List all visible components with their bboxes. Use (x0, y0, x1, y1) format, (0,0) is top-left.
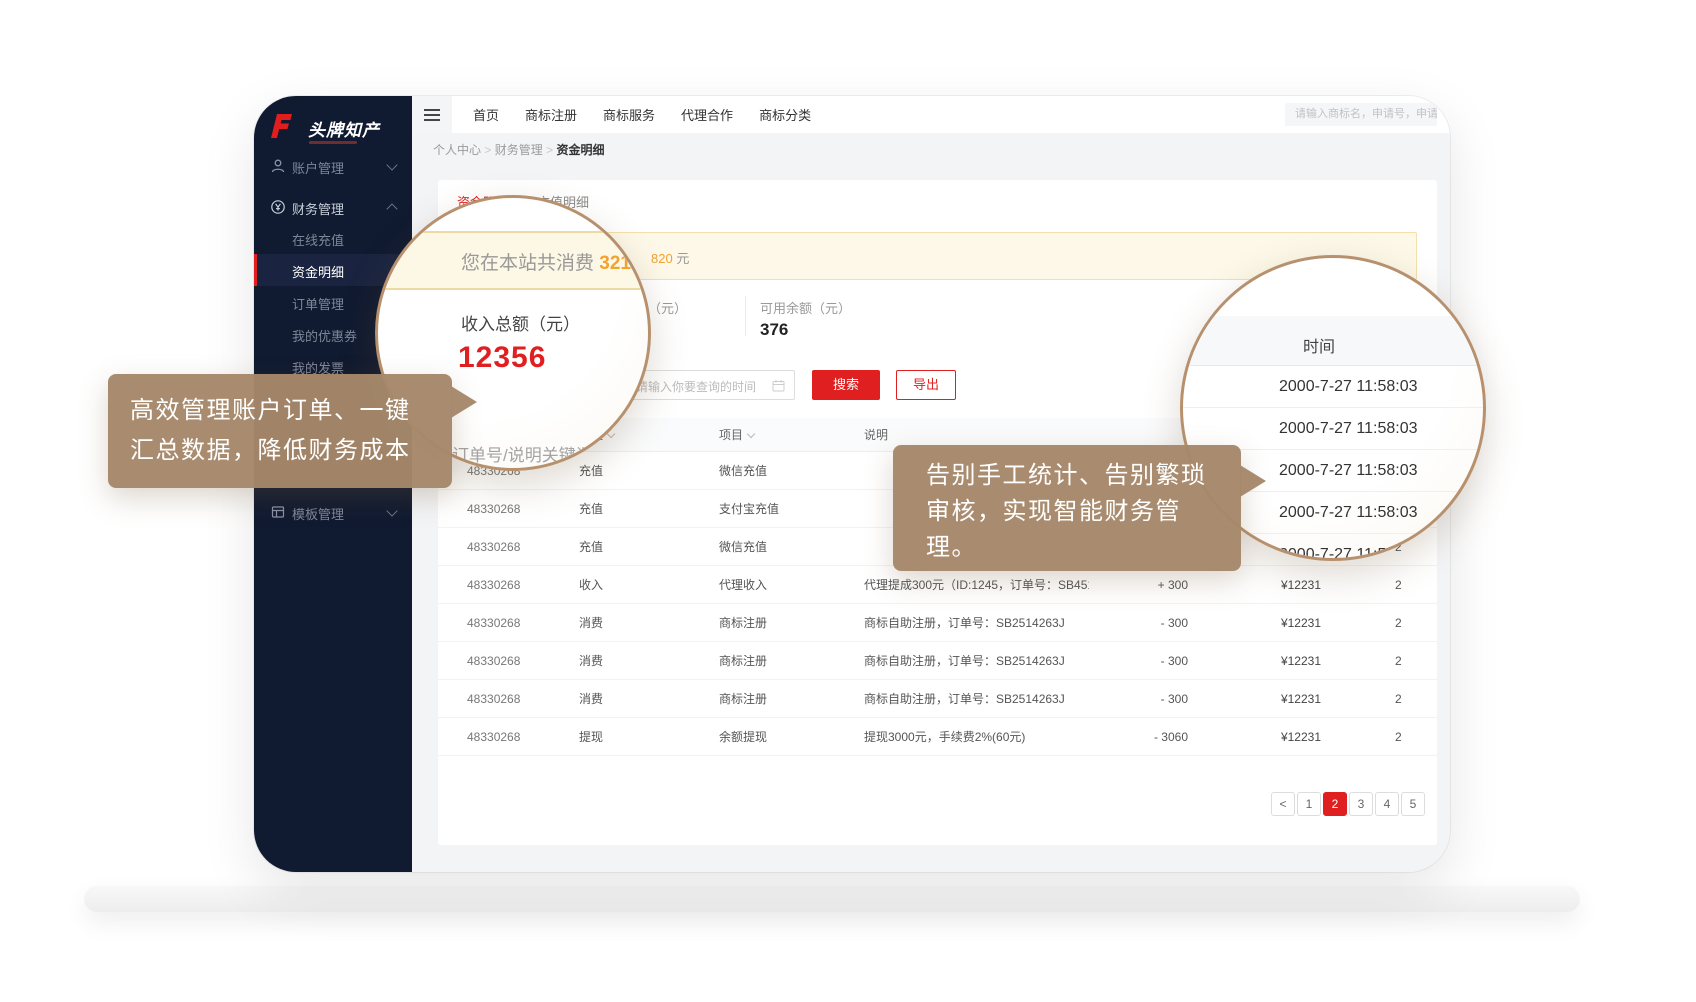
table-row[interactable]: 48330268消费商标注册商标自助注册，订单号：SB2514263J- 300… (438, 680, 1437, 718)
table-row[interactable]: 48330268提现余额提现提现3000元，手续费2%(60元)- 3060¥1… (438, 718, 1437, 756)
sidebar-item-label: 模板管理 (292, 504, 344, 523)
income-total-label: 收入总额（元） (461, 310, 580, 335)
date-query-placeholder: 请输入你要查询的时间 (636, 378, 756, 395)
stat-divider (745, 296, 746, 336)
sidebar-item-template[interactable]: 模板管理 (254, 491, 412, 533)
finance-icon (270, 199, 286, 215)
logo-icon (268, 112, 294, 145)
magnified-banner-amount: 32124 (599, 253, 651, 274)
pagination-page-3[interactable]: 3 (1349, 792, 1373, 816)
balance-stat-value: 376 (760, 320, 788, 340)
nav-tab-home[interactable]: 首页 (473, 105, 499, 124)
pagination-page-1[interactable]: 1 (1297, 792, 1321, 816)
top-navbar: 首页 商标注册 商标服务 代理合作 商标分类 请输入商标名，申请号，申请人 (412, 96, 1450, 133)
hamburger-menu-icon[interactable] (412, 96, 452, 133)
tooltip-line: 审核，实现智能财务管 (926, 494, 1241, 530)
laptop-base (84, 886, 1580, 912)
pagination-page-5[interactable]: 5 (1401, 792, 1425, 816)
banner-amount: 820 (651, 251, 673, 266)
search-input[interactable]: 请输入商标名，申请号，申请人 (1285, 103, 1437, 126)
banner-text: 820 元 (651, 248, 689, 267)
magnified-banner-text: 您在本站共消费 32124 (461, 248, 651, 275)
magnified-time-header: 时间 (1183, 316, 1483, 366)
chevron-down-icon (386, 159, 397, 170)
nav-tab-agency[interactable]: 代理合作 (681, 105, 733, 124)
logo-title: 头牌知产 (308, 116, 380, 141)
pagination-page-2-active[interactable]: 2 (1323, 792, 1347, 816)
balance-stat-label: 可用余额（元） (760, 298, 851, 317)
chevron-up-icon (386, 203, 397, 214)
table-row[interactable]: 48330268消费商标注册商标自助注册，订单号：SB2514263J- 300… (438, 642, 1437, 680)
pagination-prev-button[interactable]: < (1271, 792, 1295, 816)
header-desc: 说明 (864, 426, 1089, 443)
breadcrumb-separator: > (546, 143, 553, 157)
banner-unit: 元 (673, 251, 690, 266)
chevron-down-icon (386, 505, 397, 516)
user-icon (270, 158, 286, 174)
breadcrumb-item[interactable]: 个人中心 (433, 143, 481, 157)
template-icon (270, 504, 286, 520)
sidebar-subitem-label: 在线充值 (292, 230, 344, 249)
tooltip-line: 告别手工统计、告别繁琐 (926, 458, 1241, 494)
tooltip-arrow-icon (1240, 465, 1266, 497)
magnified-time-row: 2000-7-27 11:58:03 (1183, 366, 1483, 408)
logo: 头牌知产 (268, 112, 408, 146)
income-total-value: 12356 (458, 341, 546, 375)
chevron-down-icon (747, 430, 755, 438)
search-button[interactable]: 搜索 (812, 370, 880, 400)
breadcrumb-separator: > (484, 143, 491, 157)
logo-subtext (309, 141, 357, 144)
tooltip-right: 告别手工统计、告别繁琐 审核，实现智能财务管 理。 (893, 445, 1241, 571)
sidebar-subitem-label: 我的优惠券 (292, 326, 357, 345)
nav-tabs: 首页 商标注册 商标服务 代理合作 商标分类 (473, 96, 811, 133)
tooltip-arrow-icon (451, 386, 477, 418)
pagination-page-4[interactable]: 4 (1375, 792, 1399, 816)
tooltip-line: 理。 (926, 530, 1241, 566)
magnified-time-row: 2000-7-27 11:58:03 (1183, 408, 1483, 450)
tooltip-left: 高效管理账户订单、一键 汇总数据，降低财务成本 (108, 374, 452, 488)
nav-tab-services[interactable]: 商标服务 (603, 105, 655, 124)
nav-tab-register[interactable]: 商标注册 (525, 105, 577, 124)
sidebar-subitem-label: 资金明细 (292, 262, 344, 281)
sidebar-item-label: 账户管理 (292, 158, 344, 177)
date-query-input[interactable]: 请输入你要查询的时间 (623, 370, 795, 400)
table-row[interactable]: 48330268收入代理收入代理提成300元（ID:1245，订单号：SB451… (438, 566, 1437, 604)
breadcrumb-item[interactable]: 财务管理 (495, 143, 543, 157)
breadcrumb: 个人中心 > 财务管理 > 资金明细 (433, 141, 604, 158)
tooltip-line: 汇总数据，降低财务成本 (130, 431, 452, 471)
export-button[interactable]: 导出 (896, 370, 956, 400)
breadcrumb-item-current: 资金明细 (556, 143, 604, 157)
magnified-column-header: 订单号/说明关键词 (452, 441, 593, 466)
calendar-icon (772, 379, 785, 397)
table-row[interactable]: 48330268消费商标注册商标自助注册，订单号：SB2514263J- 300… (438, 604, 1437, 642)
nav-tab-category[interactable]: 商标分类 (759, 105, 811, 124)
expense-stat-label: （元） (648, 298, 687, 317)
header-project[interactable]: 项目 (719, 426, 864, 443)
tooltip-line: 高效管理账户订单、一键 (130, 391, 452, 431)
sidebar-subitem-label: 订单管理 (292, 294, 344, 313)
active-indicator (254, 254, 257, 286)
sidebar-item-label: 财务管理 (292, 199, 344, 218)
sidebar-item-account[interactable]: 账户管理 (254, 145, 412, 187)
pagination: < 1 2 3 4 5 (438, 792, 1425, 816)
